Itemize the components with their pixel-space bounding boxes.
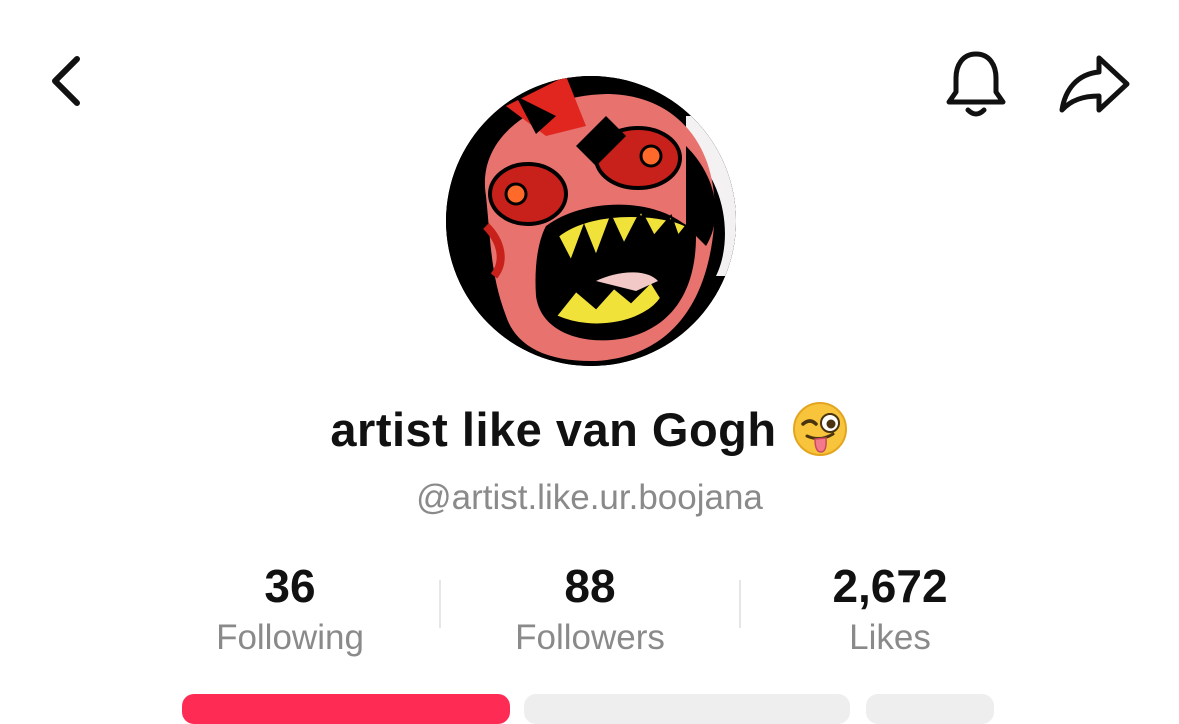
stat-followers[interactable]: 88 Followers: [440, 558, 740, 660]
following-count: 36: [264, 560, 316, 612]
display-name: artist like van Gogh: [0, 400, 1179, 458]
followers-label: Followers: [515, 618, 665, 657]
share-button[interactable]: [1052, 48, 1136, 120]
username-handle: @artist.like.ur.boojana: [416, 478, 763, 517]
display-name-text: artist like van Gogh: [330, 402, 777, 456]
chevron-left-icon: [52, 56, 80, 106]
share-arrow-icon: [1059, 55, 1130, 113]
stat-likes[interactable]: 2,672 Likes: [740, 558, 1040, 660]
stat-following[interactable]: 36 Following: [140, 558, 440, 660]
following-label: Following: [216, 618, 364, 657]
notifications-button[interactable]: [940, 46, 1012, 122]
avatar-image: [446, 76, 736, 366]
more-options-button[interactable]: [866, 694, 994, 724]
likes-label: Likes: [849, 618, 931, 657]
winking-face-with-tongue-emoji: [792, 402, 847, 456]
message-button[interactable]: [524, 694, 850, 724]
likes-count: 2,672: [832, 560, 948, 612]
followers-count: 88: [564, 560, 616, 612]
follow-button[interactable]: [182, 694, 510, 724]
bell-icon: [946, 51, 1006, 117]
profile-avatar[interactable]: [446, 76, 736, 366]
back-button[interactable]: [36, 50, 98, 112]
